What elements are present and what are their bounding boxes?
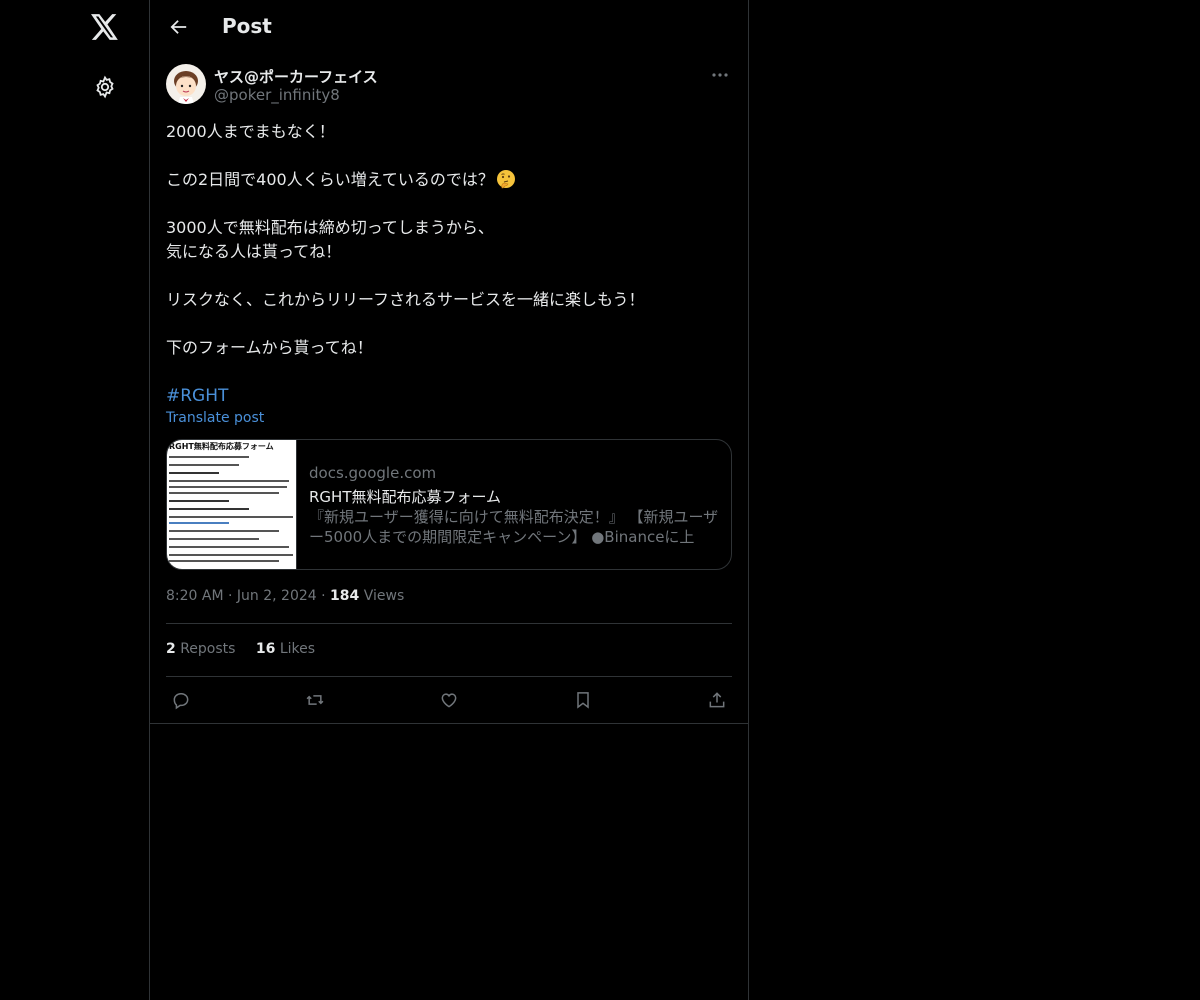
post-line: 3000人で無料配布は締め切ってしまうから、 bbox=[166, 218, 494, 237]
page-title: Post bbox=[222, 14, 272, 38]
card-title: RGHT無料配布応募フォーム bbox=[309, 488, 502, 506]
top-bar: Post bbox=[150, 0, 748, 54]
divider bbox=[166, 623, 732, 624]
gear-icon[interactable] bbox=[87, 69, 123, 105]
translate-post-link[interactable]: Translate post bbox=[166, 410, 264, 426]
author-handle[interactable]: @poker_infinity8 bbox=[214, 86, 340, 104]
arrow-left-icon bbox=[170, 20, 187, 34]
post-meta: 8:20 AM · Jun 2, 2024 · 184 Views bbox=[166, 588, 405, 604]
repost-button[interactable] bbox=[300, 686, 330, 714]
thinking-face-emoji bbox=[496, 169, 516, 189]
post-date[interactable]: Jun 2, 2024 bbox=[237, 588, 317, 604]
left-nav bbox=[0, 0, 150, 1000]
card-description: 『新規ユーザー獲得に向けて無料配布決定！』 【新規ユーザー5000人までの期間限… bbox=[309, 508, 719, 546]
more-button[interactable] bbox=[708, 64, 732, 86]
reply-button[interactable] bbox=[166, 686, 196, 714]
reply-icon bbox=[173, 693, 189, 710]
repost-icon bbox=[306, 695, 324, 705]
author-name[interactable]: ヤス@ポーカーフェイス bbox=[214, 66, 378, 87]
link-card[interactable]: RGHT無料配布応募フォーム docs.google.com RGHT無料配布応… bbox=[166, 439, 732, 570]
post-line: 2000人までまもなく！ bbox=[166, 122, 335, 141]
bookmark-icon bbox=[577, 692, 589, 709]
share-button[interactable] bbox=[702, 686, 732, 714]
more-dots-icon bbox=[712, 73, 728, 77]
main-column: Post ヤス@ポーカーフェイス @poker_infinity8 2000人ま… bbox=[149, 0, 749, 1000]
reposts-link[interactable]: 2 Reposts bbox=[166, 641, 235, 657]
post-line: この2日間で400人くらい増えているのでは？ bbox=[166, 168, 732, 192]
post-stats: 2 Reposts 16 Likes bbox=[166, 641, 331, 657]
views-count: 184 bbox=[330, 588, 360, 604]
post-line: 下のフォームから貰ってね！ bbox=[166, 338, 373, 357]
card-thumbnail: RGHT無料配布応募フォーム bbox=[167, 440, 297, 569]
thumbnail-title: RGHT無料配布応募フォーム bbox=[169, 442, 274, 451]
action-bar bbox=[166, 686, 732, 714]
bookmark-button[interactable] bbox=[568, 686, 598, 714]
avatar[interactable] bbox=[166, 64, 206, 104]
likes-link[interactable]: 16 Likes bbox=[256, 641, 315, 657]
back-button[interactable] bbox=[162, 10, 196, 44]
x-logo-icon[interactable] bbox=[87, 9, 123, 45]
post-text: 2000人までまもなく！ この2日間で400人くらい増えているのでは？ 3000… bbox=[166, 120, 732, 408]
like-button[interactable] bbox=[434, 686, 464, 714]
views-label: Views bbox=[363, 588, 405, 604]
divider bbox=[166, 676, 732, 677]
post-time[interactable]: 8:20 AM bbox=[166, 588, 224, 604]
hashtag-link[interactable]: #RGHT bbox=[166, 386, 228, 406]
card-domain: docs.google.com bbox=[309, 464, 437, 482]
post-line: 気になる人は貰ってね！ bbox=[166, 242, 342, 261]
divider bbox=[150, 723, 748, 724]
like-icon bbox=[441, 693, 457, 708]
share-icon bbox=[709, 692, 725, 708]
post-line: リスクなく、これからリリーフされるサービスを一緒に楽しもう！ bbox=[166, 290, 645, 309]
